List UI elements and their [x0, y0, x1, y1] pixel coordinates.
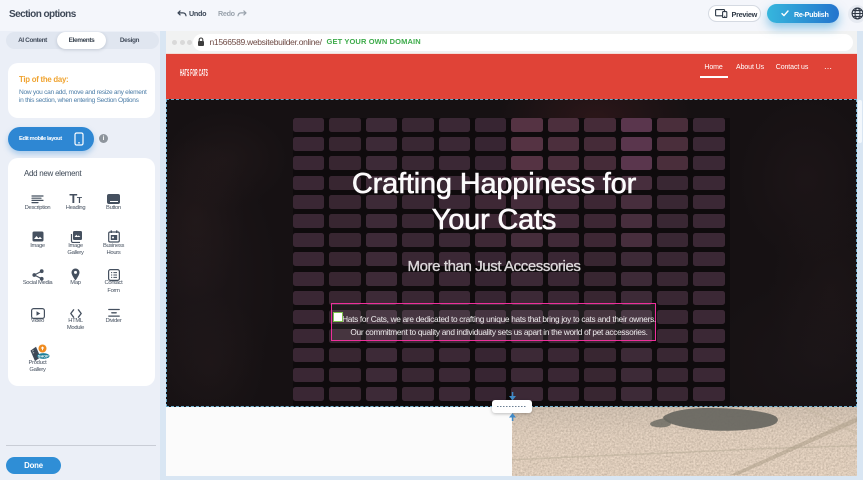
svg-text:SHOP: SHOP: [38, 354, 49, 358]
